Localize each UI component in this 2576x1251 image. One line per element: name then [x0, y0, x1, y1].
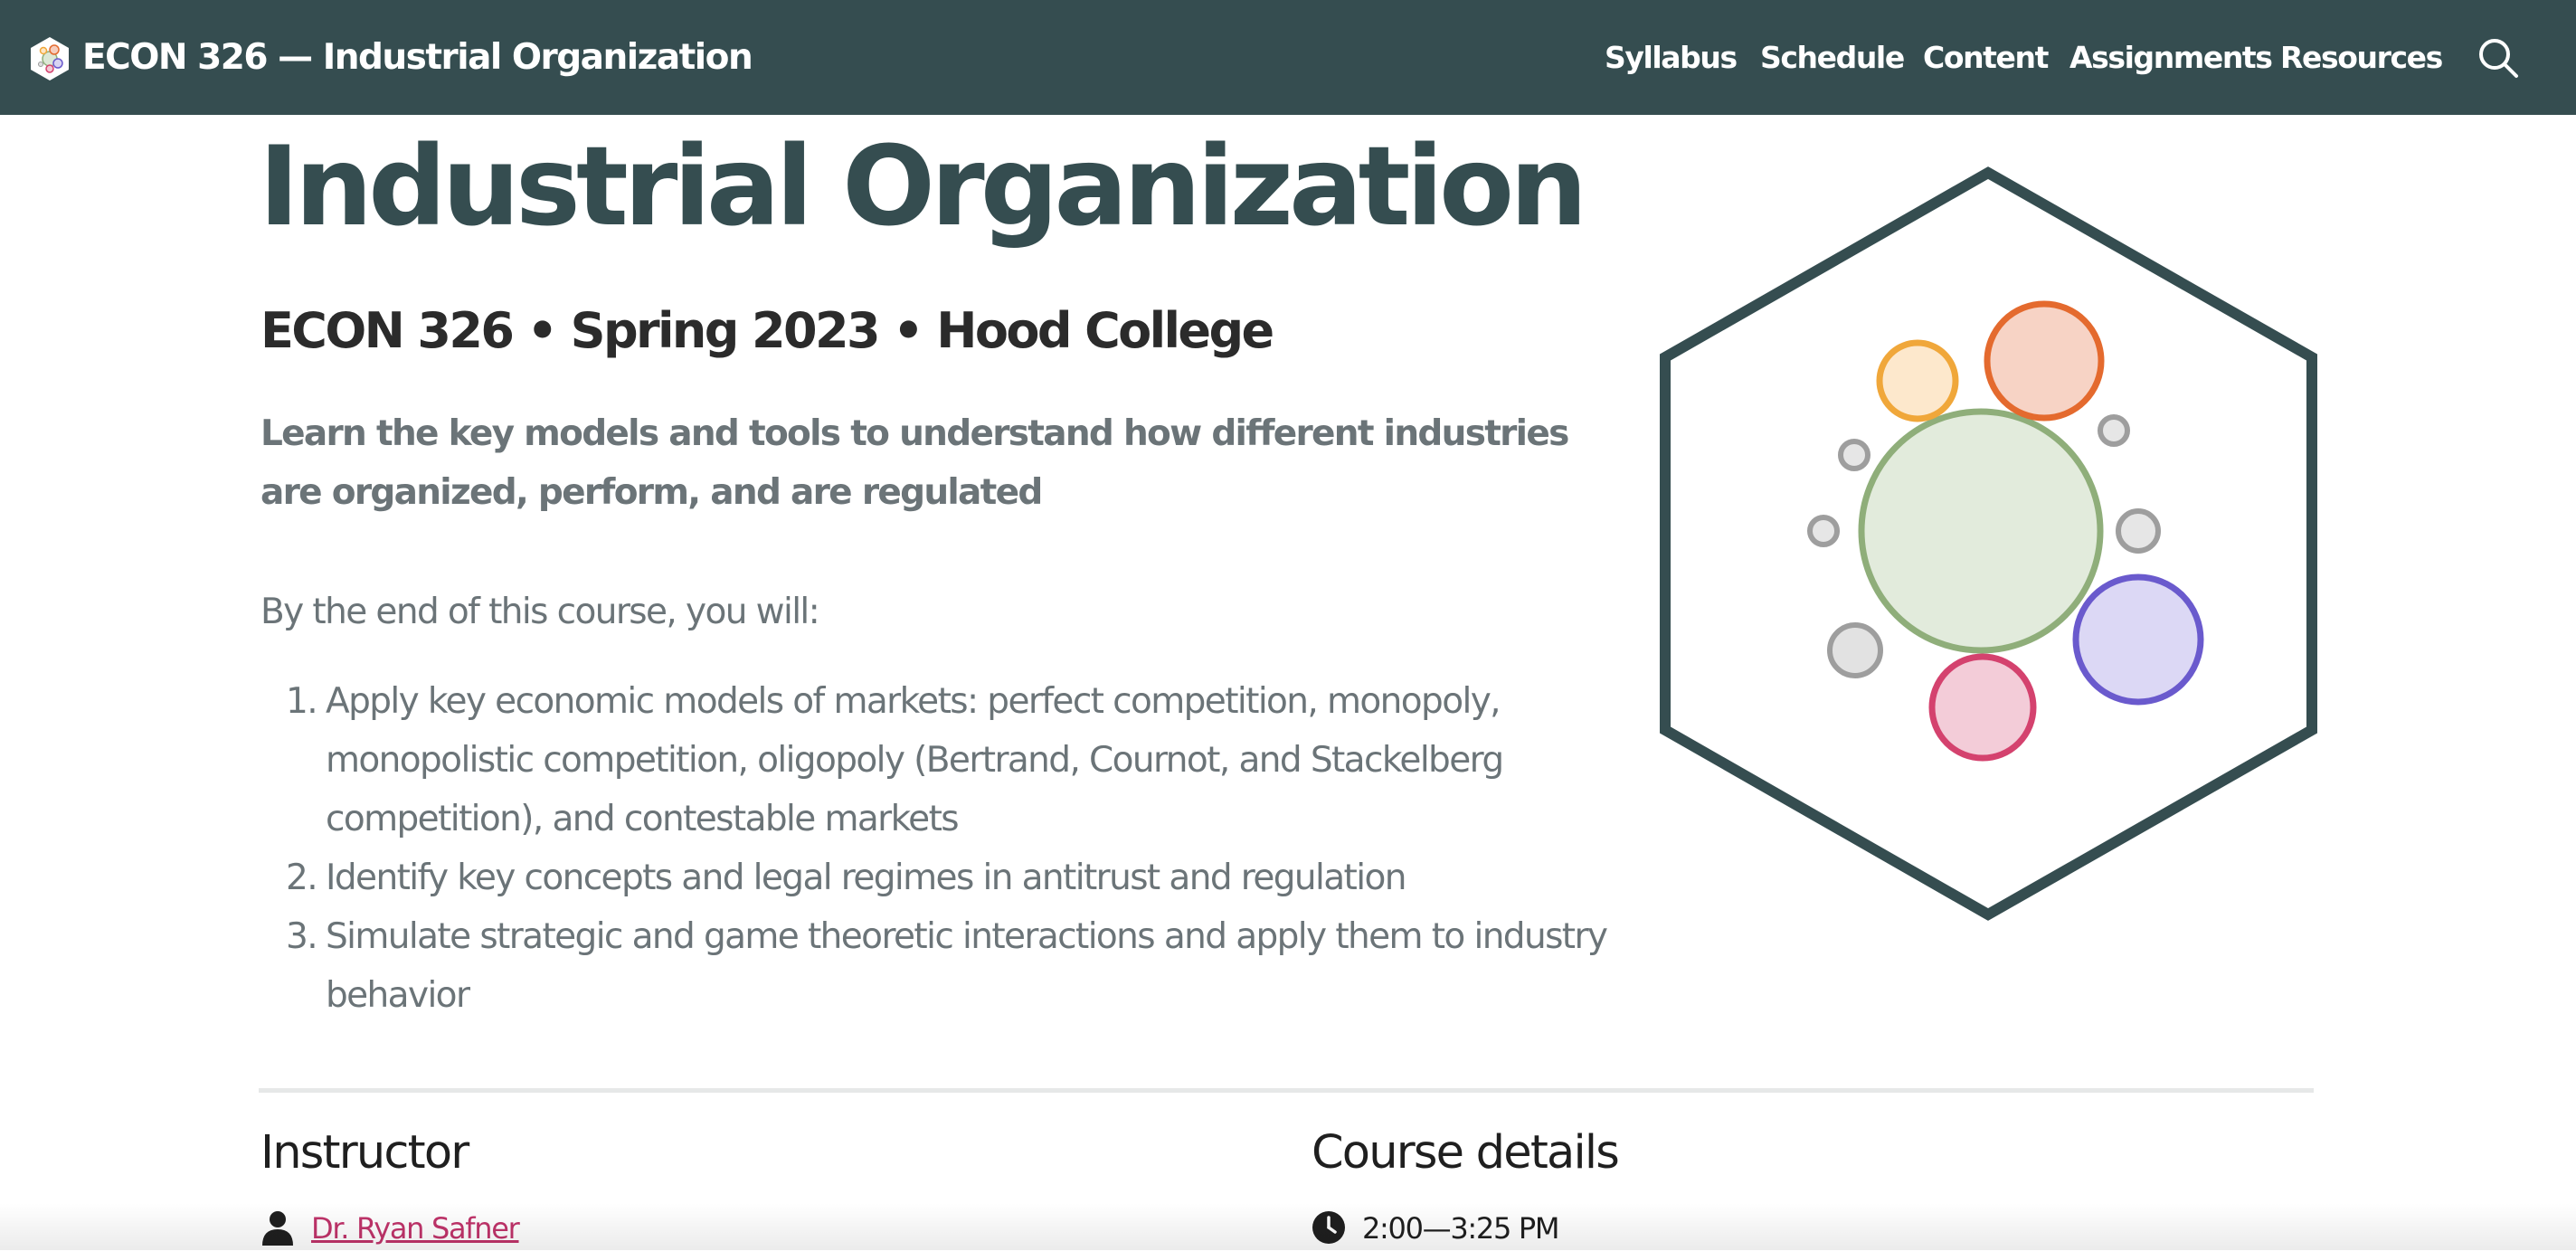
course-details-heading: Course details — [1312, 1126, 1620, 1180]
nav-link-resources[interactable]: Resources — [2280, 31, 2443, 85]
bubble-grey — [1838, 439, 1870, 471]
bubble-yellow — [1876, 339, 1959, 422]
list-item: 1. Apply key economic models of markets:… — [260, 672, 1608, 848]
course-subtitle: ECON 326 • Spring 2023 • Hood College — [260, 302, 1274, 359]
bubble-grey — [2098, 414, 2130, 447]
bubble-purple — [2072, 573, 2204, 706]
list-item-text: Apply key economic models of markets: pe… — [326, 681, 1504, 839]
course-hex-logo — [1660, 166, 2317, 921]
search-icon[interactable] — [2477, 36, 2520, 80]
nav-link-content[interactable]: Content — [1923, 31, 2049, 85]
instructor-name-link[interactable]: Dr. Ryan Safner — [311, 1206, 520, 1251]
nav-link-assignments[interactable]: Assignments — [2069, 31, 2273, 85]
bubble-orange — [1984, 300, 2105, 422]
top-navbar: ECON 326 — Industrial Organization Sylla… — [0, 0, 2576, 115]
person-icon — [262, 1211, 293, 1246]
bubble-pink — [1928, 653, 2037, 762]
brand-title-link[interactable]: ECON 326 — Industrial Organization — [82, 31, 753, 85]
learning-goals-list: 1. Apply key economic models of markets:… — [260, 672, 1608, 1025]
nav-link-schedule[interactable]: Schedule — [1760, 31, 1905, 85]
list-item-number: 1. — [286, 681, 318, 722]
instructor-heading: Instructor — [260, 1126, 469, 1180]
list-item-number: 3. — [286, 916, 318, 957]
goals-intro: By the end of this course, you will: — [260, 592, 820, 632]
list-item-text: Identify key concepts and legal regimes … — [326, 858, 1406, 898]
list-item-text: Simulate strategic and game theoretic in… — [326, 916, 1608, 1016]
section-divider — [259, 1088, 2314, 1093]
bubble-green — [1858, 408, 2104, 654]
bubble-grey — [2116, 508, 2161, 554]
bubble-grey — [1807, 515, 1840, 547]
list-item: 3. Simulate strategic and game theoretic… — [260, 907, 1608, 1025]
nav-link-syllabus[interactable]: Syllabus — [1605, 31, 1738, 85]
course-tagline: Learn the key models and tools to unders… — [260, 413, 1569, 513]
page-title: Industrial Organization — [259, 123, 1587, 251]
bubble-grey — [1827, 622, 1883, 678]
list-item-number: 2. — [286, 858, 318, 898]
course-time-text: 2:00—3:25 PM — [1362, 1211, 1560, 1246]
list-item: 2. Identify key concepts and legal regim… — [260, 848, 1608, 907]
brand-logo-icon[interactable] — [28, 35, 71, 82]
clock-icon — [1312, 1211, 1345, 1244]
